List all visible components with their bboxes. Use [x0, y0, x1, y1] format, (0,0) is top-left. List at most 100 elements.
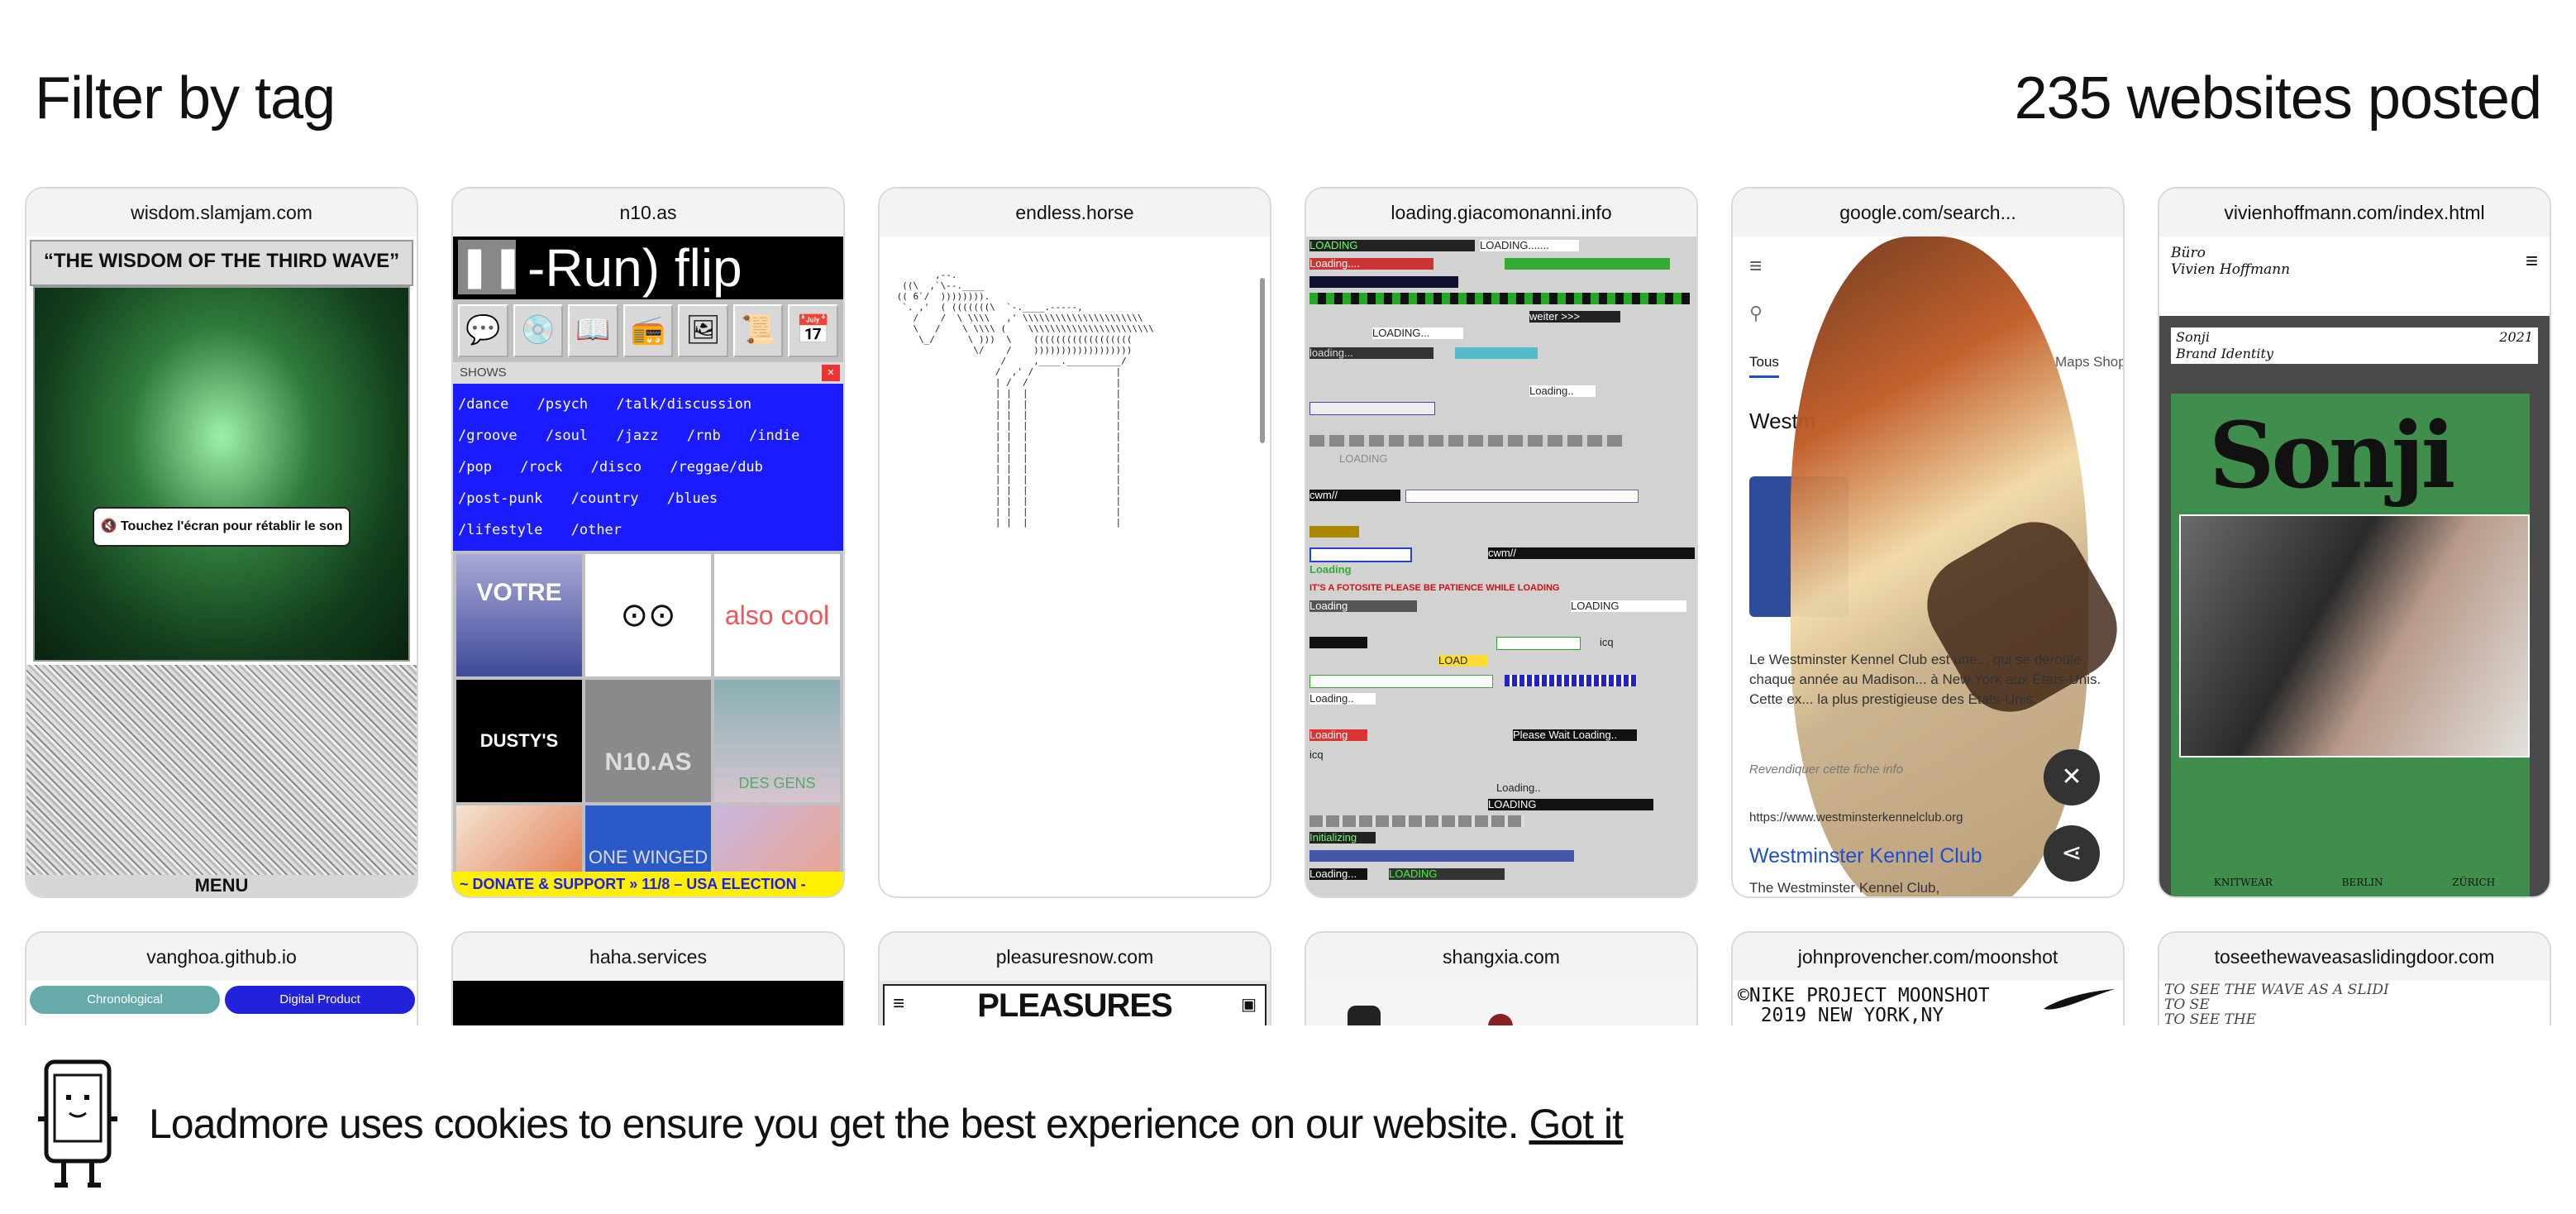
progress-bar [1309, 276, 1458, 288]
progress-bar [1309, 637, 1367, 648]
genre-tag-list: /dance /psych /talk/discussion /groove /… [453, 384, 843, 551]
genre-tag: /pop [458, 459, 492, 476]
loading-snippet: Loading [1309, 564, 1352, 576]
moonshot-text: ©NIKE PROJECT MOONSHOT 2019 NEW YORK,NY [1738, 985, 1990, 1026]
card-title: johnprovencher.com/moonshot [1733, 933, 2123, 981]
loading-snippet: LOADING... [1372, 327, 1463, 339]
card-screenshot: -Run) flip ❚❚ 💬 💿 📖 📻 🖼 📜 📅 SHOWS × /dan… [453, 237, 843, 896]
websites-count: 235 websites posted [2014, 65, 2542, 131]
loading-snippet: LOADING [1488, 799, 1653, 810]
progress-bar [1505, 258, 1670, 270]
website-card[interactable]: endless.horse ,--. ((\ ,`\--.____ (( 6`/… [878, 187, 1271, 898]
unmute-label: Touchez l'écran pour rétablir le son [120, 519, 343, 533]
result-snippet: Le Westminster Kennel Club est une... qu… [1749, 652, 2101, 707]
loading-snippet: LOADING [1571, 600, 1686, 612]
genre-tag: /talk/discussion [616, 396, 752, 413]
nike-swoosh-icon [2042, 987, 2116, 1012]
website-card[interactable]: n10.as -Run) flip ❚❚ 💬 💿 📖 📻 🖼 📜 📅 SHOWS… [451, 187, 845, 898]
google-result-page: ≡ ⚲ Tous Maps Shop Westm Le Westminster … [1733, 237, 2123, 896]
studio-name: Büro Vivien Hoffmann [2171, 245, 2291, 278]
ascii-horse: ,--. ((\ ,`\--.____ (( 6`/ )))))))). `. … [896, 270, 1154, 528]
genre-tag: /dance [458, 396, 509, 413]
brand-footer: KNITWEAR BERLIN ZÜRICH [2179, 877, 2530, 888]
loading-collage: LOADING LOADING....... Loading.... weite… [1306, 237, 1696, 896]
sonji-logo: Sonji [2209, 402, 2455, 509]
loading-snippet: loading... [1309, 347, 1433, 359]
loading-snippet: LOADING [1339, 453, 1388, 465]
progress-bar [1309, 815, 1524, 827]
card-screenshot: Büro Vivien Hoffmann ≡ Sonji Brand Ident… [2159, 237, 2550, 896]
card-title: vivienhoffmann.com/index.html [2159, 189, 2550, 237]
share-icon: ⋖ [2044, 825, 2100, 882]
show-thumbnail: ⊙⊙ [585, 554, 711, 676]
cd-icon: 💿 [513, 304, 564, 357]
website-card[interactable]: google.com/search... ≡ ⚲ Tous Maps Shop … [1731, 187, 2125, 898]
menu-icon: ≡ [2525, 248, 2538, 273]
loading-snippet: LOADING [1389, 868, 1505, 880]
got-it-button[interactable]: Got it [1529, 1101, 1624, 1147]
loading-snippet: cwm// [1309, 490, 1400, 501]
wave-text: TO SEE THE WAVE AS A SLIDI TO SE TO SEE … [2164, 982, 2389, 1028]
loading-snippet: icq [1309, 749, 1324, 761]
result-link: Westminster Kennel Club [1749, 844, 1982, 867]
tab-maps: Maps [2055, 354, 2090, 370]
loading-snippet: LOADING [1309, 240, 1475, 251]
project-name: Sonji Brand Identity [2176, 329, 2273, 361]
marquee-text: -Run) flip [527, 238, 742, 298]
cookie-text: Loadmore uses cookies to ensure you get … [149, 1101, 1519, 1147]
genre-tag: /rock [520, 459, 563, 476]
speaker-muted-icon: 🔇 [100, 519, 121, 533]
progress-bar [1309, 547, 1412, 562]
close-icon: × [822, 365, 840, 381]
loading-snippet: Loading... [1309, 868, 1367, 880]
loading-snippet: Loading.... [1309, 258, 1433, 270]
loading-snippet: weiter >>> [1529, 311, 1620, 323]
website-card[interactable]: vivienhoffmann.com/index.html Büro Vivie… [2158, 187, 2551, 898]
progress-bar [1309, 850, 1574, 862]
result-subtext: The Westminster Kennel Club, [1749, 880, 1940, 896]
donate-ticker: ~ DONATE & SUPPORT » 11/8 – USA ELECTION… [453, 872, 843, 896]
genre-tag: /country [570, 490, 639, 507]
claim-link: Revendiquer cette fiche info [1749, 762, 1903, 777]
progress-bar [1309, 526, 1359, 538]
pause-icon: ❚❚ [458, 240, 524, 294]
loading-snippet: LOADING....... [1480, 240, 1579, 251]
vivien-site: Büro Vivien Hoffmann ≡ Sonji Brand Ident… [2159, 237, 2550, 896]
genre-tag: /reggae/dub [670, 459, 763, 476]
loading-snippet: Loading.. [1309, 693, 1376, 705]
pleasures-logo: PLEASURES [977, 987, 1173, 1024]
filter-by-tag-button[interactable]: Filter by tag [35, 65, 336, 132]
progress-bar [1455, 347, 1538, 359]
progress-bar [1309, 675, 1493, 688]
website-card[interactable]: wisdom.slamjam.com “THE WISDOM OF THE TH… [25, 187, 418, 898]
result-url: https://www.westminsterkennelclub.org [1749, 810, 1963, 824]
card-title: wisdom.slamjam.com [26, 189, 417, 237]
radio-icon: 📻 [623, 304, 674, 357]
progress-bar [1309, 435, 1624, 447]
progress-bar [1496, 637, 1581, 650]
genre-tag: /psych [537, 396, 589, 413]
site-header: Büro Vivien Hoffmann ≡ [2159, 237, 2550, 316]
phone-mascot-icon [36, 1059, 119, 1192]
shows-label: SHOWS [460, 366, 507, 380]
loading-snippet: Loading.. [1529, 385, 1596, 397]
genre-tag: /groove [458, 428, 518, 444]
loading-snippet: cwm// [1488, 547, 1695, 559]
card-screenshot: “THE WISDOM OF THE THIRD WAVE” 🔇 Touchez… [26, 237, 417, 896]
card-title: shangxia.com [1306, 933, 1696, 981]
website-card[interactable]: loading.giacomonanni.info LOADING LOADIN… [1305, 187, 1698, 898]
footer-word: ZÜRICH [2452, 877, 2496, 888]
chronological-button: Chronological [30, 986, 220, 1014]
project-header: Sonji Brand Identity 2021 [2171, 327, 2538, 364]
shows-window-bar: SHOWS × [453, 362, 843, 384]
footer-word: KNITWEAR [2213, 877, 2273, 888]
genre-tag: /rnb [686, 428, 721, 444]
card-screenshot: LOADING LOADING....... Loading.... weite… [1306, 237, 1696, 896]
card-title: loading.giacomonanni.info [1306, 189, 1696, 237]
footer-word: BERLIN [2341, 877, 2383, 888]
genre-tag: /indie [748, 428, 800, 444]
loading-snippet: icq [1600, 637, 1614, 648]
book-icon: 📖 [568, 304, 618, 357]
genre-tag: /disco [590, 459, 642, 476]
frame-icon: 🖼 [678, 304, 728, 357]
